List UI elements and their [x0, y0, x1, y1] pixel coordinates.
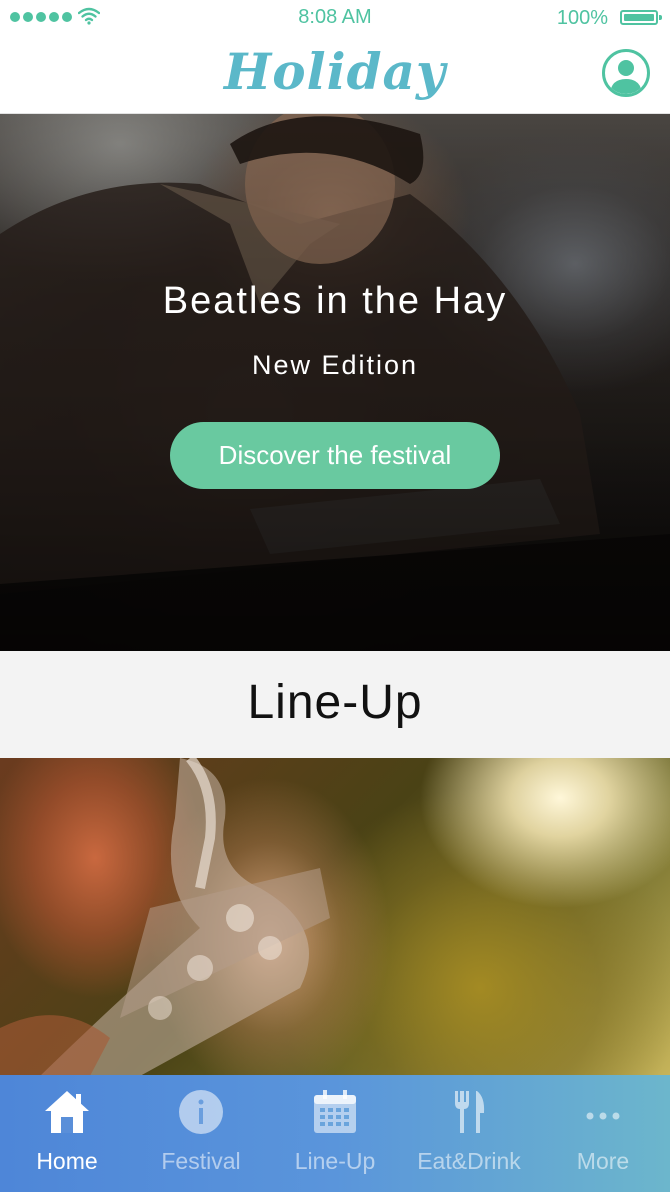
- battery-icon: [620, 10, 662, 25]
- discover-festival-button[interactable]: Discover the festival: [170, 422, 500, 489]
- tab-lineup[interactable]: Line-Up: [268, 1075, 402, 1192]
- tab-label: More: [576, 1148, 630, 1174]
- lineup-image[interactable]: [0, 758, 670, 1076]
- app-logo: Holiday: [224, 42, 446, 101]
- nav-header: Holiday: [0, 36, 670, 114]
- tab-label: Eat&Drink: [417, 1148, 521, 1174]
- hero-subtitle: New Edition: [251, 350, 419, 380]
- tab-label: Festival: [161, 1148, 241, 1174]
- tab-eat-drink[interactable]: Eat&Drink: [402, 1075, 536, 1192]
- more-icon: [586, 1112, 620, 1120]
- lineup-section-header: Line-Up: [0, 651, 670, 758]
- hero-title: Beatles in the Hay: [162, 280, 508, 322]
- saxophone-image: [0, 758, 330, 1076]
- lineup-title: Line-Up: [247, 676, 423, 729]
- profile-button[interactable]: [602, 49, 650, 97]
- hero-banner: Beatles in the Hay New Edition Discover …: [0, 114, 670, 651]
- tab-bar: Home Festival Line-Up Eat&Drink More: [0, 1075, 670, 1192]
- tab-label: Line-Up: [294, 1148, 376, 1174]
- tab-more[interactable]: More: [536, 1075, 670, 1192]
- battery-percentage: 100%: [556, 7, 608, 29]
- tab-home[interactable]: Home: [0, 1075, 134, 1192]
- tab-label: Home: [36, 1148, 98, 1174]
- home-icon: [45, 1091, 89, 1133]
- tab-festival[interactable]: Festival: [134, 1075, 268, 1192]
- fork-knife-icon: [455, 1091, 485, 1133]
- user-icon: [610, 60, 642, 94]
- info-icon: [179, 1090, 223, 1134]
- status-bar: 8:08 AM 100%: [0, 0, 670, 36]
- calendar-icon: [314, 1090, 356, 1133]
